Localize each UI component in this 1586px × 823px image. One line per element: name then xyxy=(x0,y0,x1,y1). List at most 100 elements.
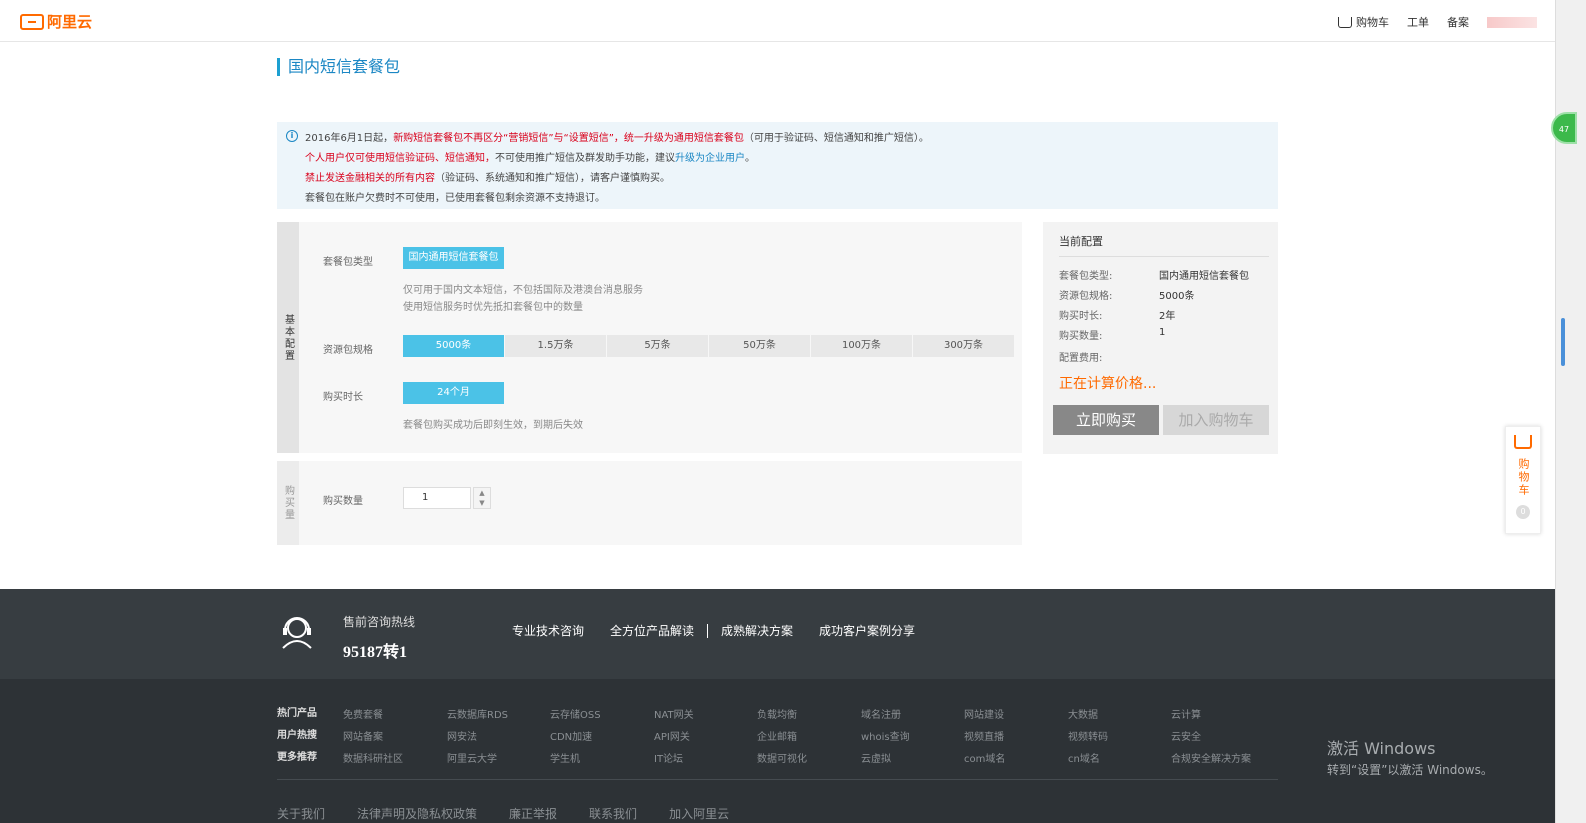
duration-label: 购买时长 xyxy=(323,392,363,403)
footer-category-link[interactable]: IT论坛 xyxy=(654,750,683,765)
logo-text: 阿里云 xyxy=(47,13,93,31)
spec-option-2[interactable]: 5万条 xyxy=(607,335,708,357)
headset-icon xyxy=(282,617,312,649)
cart-count-badge: 0 xyxy=(1516,505,1530,519)
aliyun-logo[interactable]: 阿里云 xyxy=(20,11,92,32)
hotline-label: 售前咨询热线 xyxy=(343,615,416,629)
footer-category-link[interactable]: 大数据 xyxy=(1068,706,1098,721)
footer-links: 专业技术咨询 全方位产品解读 成熟解决方案 成功客户案例分享 xyxy=(512,624,928,638)
footer-category-link[interactable]: 视频转码 xyxy=(1068,728,1108,743)
footer-category-link[interactable]: 视频直播 xyxy=(964,728,1004,743)
footer-category-link[interactable]: 企业邮箱 xyxy=(757,728,797,743)
notice-line-1: 2016年6月1日起，新购短信套餐包不再区分“营销短信”与“设置短信”，统一升级… xyxy=(305,133,929,144)
ticket-link[interactable]: 工单 xyxy=(1407,14,1429,30)
page-title: 国内短信套餐包 xyxy=(277,58,400,76)
current-config-panel: 当前配置 套餐包类型: 国内通用短信套餐包 资源包规格: 5000条 购买时长: 2年… xyxy=(1043,222,1278,454)
current-row: 购买时长: 2年 xyxy=(1059,311,1176,322)
pkg-type-option[interactable]: 国内通用短信套餐包 xyxy=(403,247,504,269)
footer-category-link[interactable]: NAT网关 xyxy=(654,706,694,721)
footer-category-link[interactable]: com域名 xyxy=(964,750,1005,765)
footer-bottom-link[interactable]: 廉正举报 xyxy=(509,805,557,822)
current-row: 配置费用: xyxy=(1059,353,1103,364)
notice-line-3: 禁止发送金融相关的所有内容（验证码、系统通知和推广短信），请客户谨慎购买。 xyxy=(305,173,670,184)
page: 阿里云 购物车 工单 备案 47 国内短信套餐包 i 2016年6月1日起，新购… xyxy=(0,0,1586,823)
spec-option-4[interactable]: 100万条 xyxy=(811,335,912,357)
pkg-hint-1: 仅可用于国内文本短信，不包括国际及港澳台消息服务 xyxy=(403,285,643,296)
spec-option-5[interactable]: 300万条 xyxy=(913,335,1014,357)
divider xyxy=(1059,256,1269,257)
info-icon: i xyxy=(286,130,298,142)
top-bar: 阿里云 购物车 工单 备案 xyxy=(0,0,1555,42)
footer-category-link[interactable]: 网站建设 xyxy=(964,706,1004,721)
cart-icon xyxy=(1514,435,1532,449)
footer-category-link[interactable]: 数据可视化 xyxy=(757,750,807,765)
filing-link[interactable]: 备案 xyxy=(1447,14,1469,30)
current-config-title: 当前配置 xyxy=(1059,235,1103,248)
category-label: 更多推荐 xyxy=(277,752,317,763)
spec-label: 资源包规格 xyxy=(323,345,373,356)
notice-line-2: 个人用户仅可使用短信验证码、短信通知，不可使用推广短信及群发助手功能，建议升级为… xyxy=(305,153,755,164)
floating-cart[interactable]: 购物车 0 xyxy=(1505,426,1541,534)
duration-option[interactable]: 24个月 xyxy=(403,382,504,404)
spec-option-3[interactable]: 50万条 xyxy=(709,335,810,357)
upgrade-enterprise-link[interactable]: 升级为企业用户 xyxy=(675,153,745,164)
footer-category-link[interactable]: whois查询 xyxy=(861,728,910,743)
category-label: 热门产品 xyxy=(277,708,317,719)
windows-activation-watermark: 激活 Windows 转到“设置”以激活 Windows。 xyxy=(1327,735,1493,778)
current-row: 套餐包类型: 国内通用短信套餐包 xyxy=(1059,271,1249,282)
calculating-price: 正在计算价格... xyxy=(1059,376,1157,392)
footer-bottom-links: 关于我们 法律声明及隐私权政策 廉正举报 联系我们 加入阿里云 xyxy=(277,805,761,822)
footer-category-link[interactable]: API网关 xyxy=(654,728,690,743)
hotline-number: 95187转1 xyxy=(343,644,408,661)
footer-category-link[interactable]: 免费套餐 xyxy=(343,706,383,721)
footer-category-link[interactable]: 网站备案 xyxy=(343,728,383,743)
footer-bottom-link[interactable]: 法律声明及隐私权政策 xyxy=(357,805,477,822)
footer-link[interactable]: 专业技术咨询 xyxy=(512,624,597,638)
footer-bottom-link[interactable]: 关于我们 xyxy=(277,805,325,822)
buy-now-button[interactable]: 立即购买 xyxy=(1053,405,1159,435)
quantity-stepper[interactable]: ▲ ▼ xyxy=(473,487,491,509)
footer-category-link[interactable]: 数据科研社区 xyxy=(343,750,403,765)
footer-category-link[interactable]: 阿里云大学 xyxy=(447,750,497,765)
footer-category-link[interactable]: 云虚拟 xyxy=(861,750,891,765)
footer-category-link[interactable]: 负载均衡 xyxy=(757,706,797,721)
basic-config-panel: 基本配置 套餐包类型 国内通用短信套餐包 仅可用于国内文本短信，不包括国际及港澳… xyxy=(277,222,1022,453)
quantity-input[interactable]: 1 xyxy=(403,487,471,509)
footer-category-link[interactable]: 云安全 xyxy=(1171,728,1201,743)
footer-category-link[interactable]: cn域名 xyxy=(1068,750,1100,765)
basic-config-tab: 基本配置 xyxy=(277,222,299,453)
quantity-label: 购买数量 xyxy=(323,496,363,507)
add-to-cart-button[interactable]: 加入购物车 xyxy=(1163,405,1269,435)
footer-category-link[interactable]: CDN加速 xyxy=(550,728,592,743)
floating-cart-label: 购物车 xyxy=(1517,457,1530,497)
footer-category-link[interactable]: 域名注册 xyxy=(861,706,901,721)
footer-category-link[interactable]: 网安法 xyxy=(447,728,477,743)
footer-category-link[interactable]: 云数据库RDS xyxy=(447,706,508,721)
pkg-hint-2: 使用短信服务时优先抵扣套餐包中的数量 xyxy=(403,302,583,313)
scrollbar-thumb[interactable] xyxy=(1561,318,1565,366)
logo-icon xyxy=(20,13,44,30)
activation-title: 激活 Windows xyxy=(1327,739,1436,758)
footer-category-link[interactable]: 云存储OSS xyxy=(550,706,601,721)
footer-category-link[interactable]: 学生机 xyxy=(550,750,580,765)
footer-category-link[interactable]: 合规安全解决方案 xyxy=(1171,750,1251,765)
pkg-type-label: 套餐包类型 xyxy=(323,257,373,268)
footer-divider xyxy=(277,779,1278,780)
footer-bottom-link[interactable]: 加入阿里云 xyxy=(669,805,729,822)
user-name-blurred[interactable] xyxy=(1487,16,1537,28)
footer-link[interactable]: 成功客户案例分享 xyxy=(806,624,928,638)
footer-link[interactable]: 全方位产品解读 xyxy=(597,624,709,638)
footer-bottom-link[interactable]: 联系我们 xyxy=(589,805,637,822)
current-row: 购买数量: 1 xyxy=(1059,327,1166,342)
activation-subtitle: 转到“设置”以激活 Windows。 xyxy=(1327,763,1493,777)
cart-link[interactable]: 购物车 xyxy=(1338,14,1389,30)
side-badge[interactable]: 47 xyxy=(1551,112,1577,144)
footer-link[interactable]: 成熟解决方案 xyxy=(708,624,806,638)
notice-box: i 2016年6月1日起，新购短信套餐包不再区分“营销短信”与“设置短信”，统一… xyxy=(277,122,1278,209)
notice-line-4: 套餐包在账户欠费时不可使用，已使用套餐包剩余资源不支持退订。 xyxy=(305,193,605,204)
quantity-panel: 购买量 购买数量 1 ▲ ▼ xyxy=(277,461,1022,545)
spec-option-0[interactable]: 5000条 xyxy=(403,335,504,357)
spec-option-1[interactable]: 1.5万条 xyxy=(505,335,606,357)
footer-category-link[interactable]: 云计算 xyxy=(1171,706,1201,721)
current-row: 资源包规格: 5000条 xyxy=(1059,291,1195,302)
